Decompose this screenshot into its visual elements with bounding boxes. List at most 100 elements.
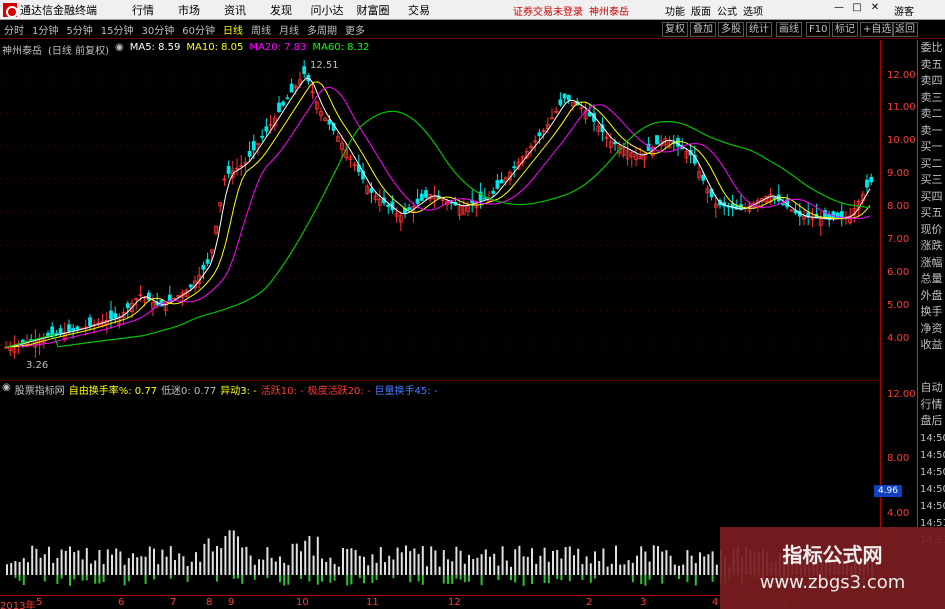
after-hours-tab[interactable]: 盘后: [918, 413, 945, 430]
menu-item-wealth[interactable]: 财富圈: [350, 2, 396, 18]
side-panel-item[interactable]: 涨幅: [918, 255, 945, 272]
close-icon[interactable]: ✕: [868, 2, 882, 13]
period-intraday[interactable]: 分时: [0, 22, 28, 37]
turnover-bar: [321, 558, 323, 575]
turnover-bar: [522, 556, 525, 575]
period-15min[interactable]: 15分钟: [97, 22, 138, 37]
side-panel-item[interactable]: 涨跌: [918, 238, 945, 255]
side-panel-item[interactable]: 卖二: [918, 106, 945, 123]
side-panel-item[interactable]: 现价: [918, 222, 945, 239]
add-watchlist-button[interactable]: +自选: [860, 22, 895, 37]
turnover-down-bar: [241, 575, 244, 584]
menu-item-market[interactable]: 市场: [166, 2, 212, 18]
indicator-toggle-icon[interactable]: ◉: [2, 382, 11, 396]
side-panel-item[interactable]: 卖三: [918, 90, 945, 107]
turnover-bar: [148, 546, 151, 575]
turnover-bar: [564, 547, 567, 575]
restore-rights-button[interactable]: 复权: [662, 22, 688, 37]
period-daily[interactable]: 日线: [219, 22, 247, 37]
turnover-down-bar: [98, 575, 101, 584]
turnover-bar: [434, 550, 437, 575]
minimize-icon[interactable]: —: [832, 2, 846, 13]
menu-function[interactable]: 功能: [665, 3, 685, 18]
statistics-button[interactable]: 统计: [746, 22, 772, 37]
ma60-line: [5, 110, 871, 348]
price-tick: 6.00: [887, 267, 910, 278]
f10-button[interactable]: F10: [806, 22, 831, 37]
side-panel-item[interactable]: 买二: [918, 156, 945, 173]
candle-body: [512, 166, 517, 169]
turnover-bar: [174, 560, 176, 575]
side-panel-item[interactable]: 买五: [918, 205, 945, 222]
quote-tab[interactable]: 行情: [918, 397, 945, 414]
turnover-bar: [140, 556, 143, 575]
menu-layout[interactable]: 版面: [691, 3, 711, 18]
period-60min[interactable]: 60分钟: [178, 22, 219, 37]
turnover-bar: [568, 546, 571, 575]
turnover-bar: [669, 555, 672, 575]
period-more[interactable]: 更多: [341, 22, 369, 37]
side-panel-item[interactable]: 买四: [918, 189, 945, 206]
guest-button[interactable]: 游客: [894, 3, 914, 18]
menu-item-quotes[interactable]: 行情: [120, 2, 166, 18]
period-multi[interactable]: 多周期: [303, 22, 341, 37]
price-tick: 11.00: [887, 102, 916, 113]
kline-chart[interactable]: 12.51 3.26: [0, 40, 880, 380]
auto-quote-tab[interactable]: 自动: [918, 380, 945, 397]
overlay-button[interactable]: 叠加: [690, 22, 716, 37]
side-panel-item[interactable]: 外盘: [918, 288, 945, 305]
period-30min[interactable]: 30分钟: [137, 22, 178, 37]
price-tick: 9.00: [887, 168, 910, 179]
side-panel-item[interactable]: 委比: [918, 40, 945, 57]
side-panel-item[interactable]: 买一: [918, 139, 945, 156]
multi-stock-button[interactable]: 多股: [718, 22, 744, 37]
back-button[interactable]: 返回: [892, 22, 918, 37]
turnover-bar: [707, 554, 710, 575]
period-monthly[interactable]: 月线: [275, 22, 303, 37]
candle-body: [289, 83, 294, 93]
candle-body: [701, 174, 706, 181]
period-5min[interactable]: 5分钟: [62, 22, 96, 37]
turnover-bar: [190, 561, 193, 575]
period-weekly[interactable]: 周线: [247, 22, 275, 37]
turnover-bar: [266, 547, 269, 575]
turnover-bar: [132, 553, 134, 575]
turnover-bar: [468, 554, 470, 575]
menu-formula[interactable]: 公式: [717, 3, 737, 18]
ma-toggle-icon[interactable]: ◉: [115, 42, 124, 56]
side-panel-item[interactable]: 总量: [918, 271, 945, 288]
login-status[interactable]: 证券交易未登录: [513, 3, 583, 18]
turnover-bar: [493, 553, 496, 575]
candle-body: [407, 207, 412, 210]
candle-body: [369, 188, 374, 193]
high-price-label: 12.51: [310, 60, 339, 71]
period-1min[interactable]: 1分钟: [28, 22, 62, 37]
turnover-down-bar: [463, 575, 466, 583]
menu-options[interactable]: 选项: [743, 3, 763, 18]
side-panel-item[interactable]: 买三: [918, 172, 945, 189]
menu-item-trade[interactable]: 交易: [396, 2, 442, 18]
side-panel-item[interactable]: 净资: [918, 321, 945, 338]
mark-button[interactable]: 标记: [832, 22, 858, 37]
restore-icon[interactable]: □: [850, 2, 864, 13]
turnover-down-bar: [81, 575, 84, 581]
side-panel-item[interactable]: 换手: [918, 304, 945, 321]
turnover-bar: [346, 548, 349, 575]
turnover-bar: [476, 557, 479, 575]
side-panel-item[interactable]: 收益: [918, 337, 945, 354]
turnover-bar: [283, 562, 286, 575]
turnover-down-bar: [371, 575, 374, 584]
turnover-bar: [535, 563, 538, 575]
turnover-bar: [463, 563, 466, 575]
menu-item-news[interactable]: 资讯: [212, 2, 258, 18]
side-panel-item[interactable]: 卖五: [918, 57, 945, 74]
menu-item-discover[interactable]: 发现: [258, 2, 304, 18]
turnover-bar: [665, 550, 668, 575]
menu-item-ask[interactable]: 问小达: [304, 2, 350, 18]
side-panel-item[interactable]: 卖一: [918, 123, 945, 140]
period-bar: 分时 1分钟 5分钟 15分钟 30分钟 60分钟 日线 周线 月线 多周期 更…: [0, 21, 945, 39]
draw-line-button[interactable]: 画线: [776, 22, 802, 37]
side-panel-item[interactable]: 卖四: [918, 73, 945, 90]
huge-turnover-label: 巨量换手45: -: [374, 386, 438, 397]
turnover-down-bar: [237, 575, 239, 579]
